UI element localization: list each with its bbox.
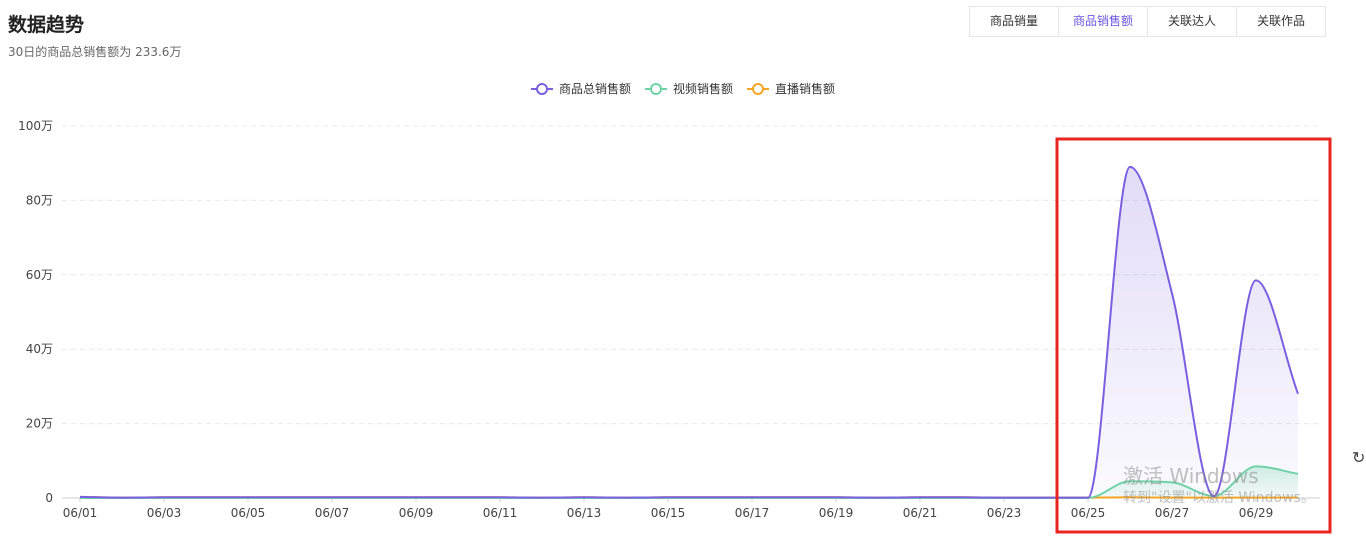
x-tick-label: 06/15 <box>651 506 686 520</box>
y-tick-label: 100万 <box>18 119 53 133</box>
x-tick-label: 06/05 <box>231 506 266 520</box>
x-tick-label: 06/03 <box>147 506 182 520</box>
windows-activation-hint: 转到"设置"以激活 Windows。 <box>1123 490 1315 506</box>
y-tick-label: 40万 <box>26 342 53 356</box>
windows-activation-watermark: 激活 Windows <box>1123 464 1259 488</box>
x-tick-label: 06/23 <box>987 506 1022 520</box>
x-tick-label: 06/21 <box>903 506 938 520</box>
x-tick-label: 06/17 <box>735 506 770 520</box>
x-tick-label: 06/13 <box>567 506 602 520</box>
series-area-total-sales <box>80 166 1298 499</box>
x-tick-label: 06/25 <box>1071 506 1106 520</box>
x-tick-label: 06/09 <box>399 506 434 520</box>
x-tick-label: 06/19 <box>819 506 854 520</box>
y-tick-label: 0 <box>45 491 53 505</box>
y-tick-label: 80万 <box>26 193 53 207</box>
x-tick-label: 06/27 <box>1155 506 1190 520</box>
x-tick-label: 06/01 <box>63 506 98 520</box>
x-tick-label: 06/11 <box>483 506 518 520</box>
x-tick-label: 06/29 <box>1239 506 1274 520</box>
y-tick-label: 20万 <box>26 417 53 431</box>
y-tick-label: 60万 <box>26 268 53 282</box>
x-tick-label: 06/07 <box>315 506 350 520</box>
refresh-icon[interactable]: ↻ <box>1352 448 1365 467</box>
